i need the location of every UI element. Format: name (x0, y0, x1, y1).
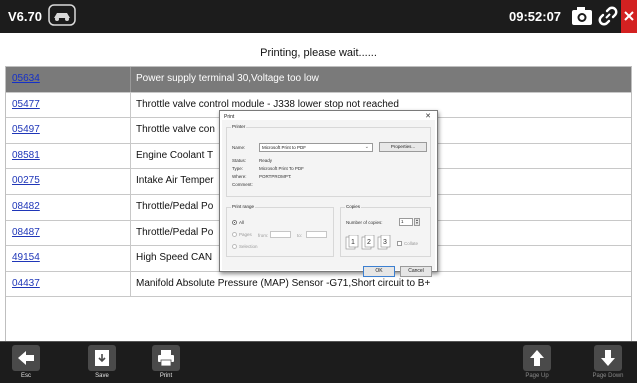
cancel-button[interactable]: Cancel (400, 266, 432, 277)
camera-icon[interactable] (570, 5, 594, 27)
range-all-radio[interactable] (232, 220, 237, 225)
bottom-toolbar: Esc Save Print Page Up Page Down (0, 341, 637, 383)
copies-group-title: Copies (345, 204, 362, 209)
page-to-input[interactable] (306, 231, 327, 238)
properties-button[interactable]: Properties... (379, 142, 427, 152)
collate-pages-icon: 1 2 3 (345, 235, 391, 250)
version-label: V6.70 (8, 9, 42, 24)
page-down-button[interactable]: Page Down (584, 345, 632, 382)
dtc-description: Throttle/Pedal Po (136, 226, 214, 238)
dtc-code-link[interactable]: 08581 (12, 144, 40, 168)
save-label: Save (95, 373, 109, 379)
column-divider (130, 92, 131, 118)
to-label: to: (297, 233, 303, 238)
dialog-close-icon[interactable]: ✕ (425, 112, 431, 120)
car-logo-icon (48, 4, 76, 26)
column-divider (130, 220, 131, 246)
link-icon[interactable] (596, 4, 620, 28)
dtc-code-link[interactable]: 00275 (12, 169, 40, 193)
dtc-code-link[interactable]: 04437 (12, 272, 40, 296)
arrow-up-icon (523, 345, 551, 371)
close-icon (624, 11, 634, 21)
dialog-body: Printer Name: Microsoft Print to PDF ⌄ P… (222, 120, 435, 277)
range-pages-radio[interactable] (232, 232, 237, 237)
name-label: Name: (232, 145, 246, 150)
dtc-description: High Speed CAN (136, 252, 213, 264)
esc-button[interactable]: Esc (2, 345, 50, 382)
status-message: Printing, please wait...... (260, 47, 377, 59)
range-pages-label: Pages (239, 232, 252, 237)
comment-label: Comment: (232, 182, 253, 187)
table-row[interactable]: 04437 Manifold Absolute Pressure (MAP) S… (6, 271, 631, 298)
range-selection-label: Selection (239, 244, 258, 249)
esc-label: Esc (20, 373, 31, 379)
column-divider (130, 246, 131, 271)
range-all-label: All (239, 220, 245, 225)
from-label: from: (258, 233, 269, 238)
top-bar: V6.70 09:52:07 (0, 0, 637, 33)
column-divider (130, 67, 131, 92)
column-divider (130, 143, 131, 169)
printer-group: Printer (226, 124, 431, 197)
printer-select[interactable]: Microsoft Print to PDF ⌄ (259, 143, 373, 152)
dtc-code-link[interactable]: 08487 (12, 221, 40, 245)
copies-label: Number of copies: (346, 220, 383, 225)
save-button[interactable]: Save (78, 345, 126, 382)
dtc-description: Throttle/Pedal Po (136, 200, 214, 212)
dtc-code-link[interactable]: 08482 (12, 195, 40, 219)
page-from-input[interactable] (270, 231, 291, 238)
type-value: Microsoft Print To PDF (259, 166, 304, 171)
collate-label: Collate (404, 241, 419, 246)
range-selection-radio[interactable] (232, 244, 237, 249)
printer-select-value: Microsoft Print to PDF (262, 145, 307, 150)
page-up-label: Page Up (525, 373, 549, 379)
type-label: Type: (232, 166, 244, 171)
printer-group-title: Printer (231, 124, 247, 129)
column-divider (130, 271, 131, 297)
copies-stepper[interactable]: ▲ ▼ (414, 218, 420, 226)
chevron-down-icon: ⌄ (364, 144, 369, 150)
close-button[interactable] (621, 0, 637, 33)
print-label: Print (159, 373, 173, 379)
dtc-description: Throttle valve con (136, 124, 215, 136)
svg-text:2: 2 (367, 239, 371, 246)
column-divider (130, 118, 131, 143)
page-down-label: Page Down (592, 373, 624, 379)
print-button[interactable]: Print (142, 345, 190, 382)
page-up-button[interactable]: Page Up (513, 345, 561, 382)
svg-text:1: 1 (351, 239, 355, 246)
dtc-description: Intake Air Temper (136, 175, 214, 187)
dtc-code-link[interactable]: 05497 (12, 118, 40, 142)
table-row[interactable]: 05634 Power supply terminal 30,Voltage t… (6, 67, 631, 93)
ok-button[interactable]: OK (363, 266, 395, 277)
column-divider (130, 194, 131, 220)
dtc-code-link[interactable]: 49154 (12, 246, 40, 270)
collate-checkbox[interactable] (397, 241, 402, 246)
dtc-code-link[interactable]: 05634 (12, 67, 40, 91)
column-divider (130, 169, 131, 194)
printer-icon (152, 345, 180, 371)
save-icon (88, 345, 116, 371)
print-dialog: Print ✕ Printer Name: Microsoft Print to… (219, 110, 438, 277)
status-value: Ready (259, 158, 273, 163)
arrow-down-icon (594, 345, 622, 371)
dtc-description: Engine Coolant T (136, 149, 214, 161)
dtc-description: Power supply terminal 30,Voltage too low (136, 73, 319, 84)
where-value: PORTPROMPT: (259, 174, 292, 179)
status-label: Status: (232, 158, 247, 163)
copies-input[interactable]: 1 (399, 218, 413, 226)
where-label: Where: (232, 174, 247, 179)
svg-text:3: 3 (383, 239, 387, 246)
clock-label: 09:52:07 (509, 9, 562, 24)
print-range-title: Print range (231, 204, 256, 209)
dtc-code-link[interactable]: 05477 (12, 93, 40, 117)
back-arrow-icon (12, 345, 40, 371)
